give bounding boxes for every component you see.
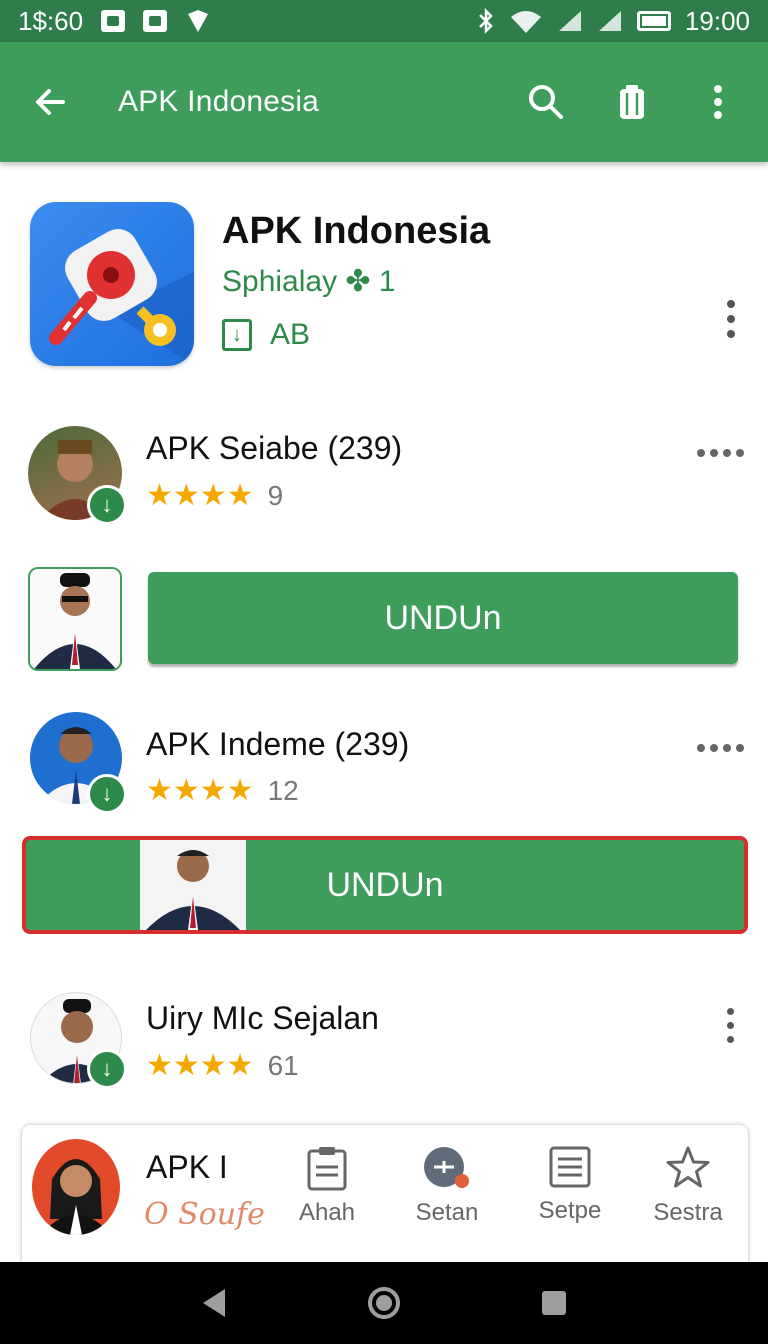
star-icons: ★★★★	[146, 479, 254, 512]
app-logo	[30, 202, 194, 366]
signal-icon-2	[598, 11, 621, 31]
avatar	[32, 1139, 120, 1235]
star-outline-icon	[666, 1146, 710, 1188]
thumbnail-person-graphic	[30, 569, 120, 669]
nav-label: Setan	[415, 1199, 479, 1226]
back-triangle-icon[interactable]	[199, 1286, 229, 1320]
nav-item-ahah[interactable]: Ahah	[272, 1145, 382, 1227]
rating-count: 61	[267, 1049, 299, 1081]
battery-icon	[636, 11, 671, 31]
rating-label: AB	[270, 318, 311, 351]
back-button[interactable]	[20, 72, 80, 132]
download-badge-icon: ↓	[87, 1049, 127, 1089]
download-button-label: UNDUn	[326, 865, 444, 904]
status-left-text: 1$:60	[18, 5, 84, 36]
list-item-name[interactable]: APK Seiabe (239)	[146, 430, 402, 467]
home-circle-icon[interactable]	[366, 1285, 402, 1321]
notification-icon	[101, 10, 126, 32]
card-subtitle: O Soufe	[144, 1197, 265, 1232]
content-rating: ↓ AB	[222, 318, 310, 352]
rating-stars: ★★★★ 9	[146, 478, 283, 513]
status-time: 19:00	[684, 5, 750, 36]
search-button[interactable]	[518, 74, 574, 130]
add-circle-icon	[424, 1147, 469, 1188]
app-bar-title: APK Indonesia	[118, 85, 320, 118]
rating-stars: ★★★★ 61	[146, 1048, 299, 1083]
nav-item-sestra[interactable]: Sestra	[633, 1145, 743, 1227]
star-icons: ★★★★	[146, 1049, 254, 1082]
app-developer[interactable]: Sphialay ✤ 1	[222, 264, 396, 299]
bottom-navigation-card: APK I O Soufe Ahah Setan Setpe Sestra	[22, 1125, 748, 1275]
app-logo-graphic	[49, 229, 194, 366]
nav-item-setan[interactable]: Setan	[392, 1145, 502, 1227]
app-bar: APK Indonesia	[0, 42, 768, 162]
thumbnail-card[interactable]	[28, 567, 122, 671]
star-icons: ★★★★	[146, 774, 254, 807]
shield-notification-icon	[188, 10, 209, 32]
download-badge-icon: ↓	[87, 485, 127, 525]
library-icon	[620, 85, 644, 119]
overflow-menu-button[interactable]	[690, 74, 746, 130]
download-badge-icon: ↓	[87, 774, 127, 814]
signal-icon	[558, 11, 581, 31]
list-icon	[549, 1146, 591, 1188]
rating-count: 9	[267, 479, 284, 511]
more-vert-icon[interactable]	[724, 1008, 736, 1043]
download-button[interactable]: UNDUn	[148, 572, 738, 664]
app-header: APK Indonesia Sphialay ✤ 1 ↓ AB	[0, 162, 768, 392]
download-button-highlighted[interactable]: UNDUn	[22, 836, 748, 934]
clipboard-icon	[307, 1147, 347, 1191]
rating-count: 12	[267, 774, 299, 806]
search-icon	[529, 85, 563, 119]
more-vert-icon	[714, 85, 722, 119]
recents-square-icon[interactable]	[539, 1288, 569, 1318]
nav-label: Sestra	[653, 1199, 723, 1226]
wifi-icon	[510, 11, 541, 33]
avatar-person-graphic	[40, 1159, 112, 1235]
card-title: APK I	[146, 1149, 228, 1185]
rating-stars: ★★★★ 12	[146, 773, 299, 808]
button-person-graphic	[140, 840, 246, 930]
arrow-back-icon	[36, 89, 65, 115]
nav-label: Ahah	[298, 1199, 356, 1226]
app-title: APK Indonesia	[222, 210, 491, 252]
bluetooth-icon	[479, 8, 493, 34]
download-box-icon: ↓	[222, 319, 252, 351]
library-button[interactable]	[604, 74, 660, 130]
more-horiz-icon[interactable]	[697, 744, 744, 752]
system-navigation-bar	[0, 1262, 768, 1344]
header-more-icon[interactable]	[725, 300, 737, 338]
list-item-name[interactable]: APK Indeme (239)	[146, 726, 409, 763]
notification-icon-2	[143, 10, 168, 32]
button-person-image	[140, 840, 246, 930]
nav-label: Setpe	[538, 1197, 602, 1224]
list-item-name[interactable]: Uiry MIc Sejalan	[146, 1000, 379, 1037]
nav-item-setpe[interactable]: Setpe	[515, 1145, 625, 1225]
more-horiz-icon[interactable]	[697, 449, 744, 457]
status-bar: 1$:60 19:00	[0, 0, 768, 42]
